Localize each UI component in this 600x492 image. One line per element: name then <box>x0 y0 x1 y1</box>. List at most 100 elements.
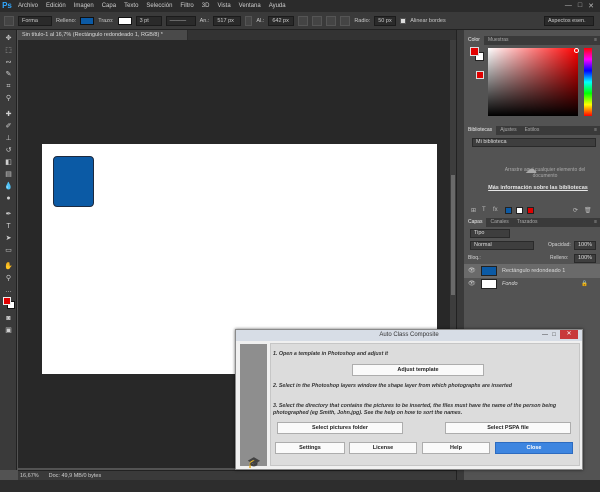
color-picker-cursor[interactable] <box>574 48 579 53</box>
visibility-eye-icon[interactable]: 👁 <box>468 277 476 291</box>
screen-mode-icon[interactable]: ▣ <box>4 326 13 335</box>
foreground-color-swatch[interactable] <box>3 297 11 305</box>
menu-capa[interactable]: Capa <box>98 0 120 12</box>
add-stroke-color-swatch[interactable] <box>516 207 523 214</box>
settings-gear-icon[interactable] <box>340 15 351 26</box>
align-edges-checkbox[interactable] <box>400 17 407 24</box>
blur-tool-icon[interactable]: 💧 <box>4 182 13 191</box>
close-window-icon[interactable]: ✕ <box>588 2 594 10</box>
help-button[interactable]: Help <box>422 442 490 454</box>
menu-vista[interactable]: Vista <box>213 0 234 12</box>
color-picker-field[interactable] <box>488 48 578 116</box>
blend-mode-select[interactable]: Normal <box>470 241 534 250</box>
vertical-scrollbar-thumb[interactable] <box>451 175 455 295</box>
menu-texto[interactable]: Texto <box>120 0 142 12</box>
type-tool-icon[interactable]: T <box>4 222 13 231</box>
trash-icon[interactable]: 🗑 <box>584 207 592 214</box>
rectangle-tool-icon[interactable]: ▭ <box>4 246 13 255</box>
menu-seleccion[interactable]: Selección <box>142 0 176 12</box>
add-foreground-color-swatch[interactable] <box>527 207 534 214</box>
width-input[interactable]: 517 px <box>213 15 242 26</box>
stroke-width-input[interactable]: 3 pt <box>135 15 162 26</box>
panel-foreground-swatch[interactable] <box>470 47 479 56</box>
menu-edicion[interactable]: Edición <box>42 0 70 12</box>
tab-paths[interactable]: Trazados <box>513 218 542 227</box>
sync-icon[interactable]: ⟳ <box>573 207 578 214</box>
opacity-input[interactable]: 100% <box>574 241 596 250</box>
out-of-gamut-swatch[interactable] <box>476 71 484 79</box>
visibility-eye-icon[interactable]: 👁 <box>468 264 476 278</box>
minimize-dialog-icon[interactable]: — <box>541 331 549 339</box>
workspace-select[interactable]: Aspectos esen. <box>544 15 594 26</box>
fill-opacity-input[interactable]: 100% <box>574 254 596 263</box>
menu-imagen[interactable]: Imagen <box>70 0 98 12</box>
path-selection-tool-icon[interactable]: ➤ <box>4 234 13 243</box>
zoom-level[interactable]: 16,67% <box>20 473 39 479</box>
add-text-style-icon[interactable]: T <box>482 207 486 213</box>
minimize-window-icon[interactable]: — <box>565 2 572 10</box>
clone-stamp-tool-icon[interactable]: ⊥ <box>4 134 13 143</box>
fill-color-swatch[interactable] <box>80 16 95 25</box>
gradient-tool-icon[interactable]: ▤ <box>4 170 13 179</box>
adjust-template-button[interactable]: Adjust template <box>352 364 484 376</box>
shape-mode-select[interactable]: Forma <box>18 15 52 26</box>
height-input[interactable]: 642 px <box>268 15 295 26</box>
tab-color[interactable]: Color <box>464 36 484 45</box>
hand-tool-icon[interactable]: ✋ <box>4 262 13 271</box>
menu-archivo[interactable]: Archivo <box>14 0 42 12</box>
add-graphic-icon[interactable]: ⊞ <box>471 207 476 214</box>
stroke-type-select[interactable]: ――― <box>165 15 196 26</box>
add-fill-color-swatch[interactable] <box>505 207 512 214</box>
document-tab[interactable]: Sin título-1 al 16,7% (Rectángulo redond… <box>18 30 188 40</box>
layer-row[interactable]: 👁 Rectángulo redondeado 1 <box>464 264 600 278</box>
pen-tool-icon[interactable]: ✒ <box>4 210 13 219</box>
tab-libraries[interactable]: Bibliotecas <box>464 126 497 135</box>
crop-tool-icon[interactable]: ⌗ <box>4 82 13 91</box>
quick-select-tool-icon[interactable]: ✎ <box>4 70 13 79</box>
tab-channels[interactable]: Canales <box>486 218 512 227</box>
more-tools-icon[interactable]: … <box>4 286 13 295</box>
select-pictures-folder-button[interactable]: Select pictures folder <box>277 422 403 434</box>
lasso-tool-icon[interactable]: ∾ <box>4 58 13 67</box>
layer-filter-kind-select[interactable]: Tipo <box>470 229 510 238</box>
hue-slider[interactable] <box>584 48 592 116</box>
library-select[interactable]: Mi biblioteca <box>472 138 596 147</box>
panel-menu-icon[interactable]: ≡ <box>594 36 600 45</box>
menu-3d[interactable]: 3D <box>198 0 214 12</box>
libraries-more-info-link[interactable]: Más información sobre las bibliotecas <box>478 185 598 191</box>
layer-row[interactable]: 👁 Fondo 🔒 <box>464 277 600 291</box>
select-pspa-file-button[interactable]: Select PSPA file <box>445 422 571 434</box>
path-alignment-icon[interactable] <box>312 15 323 26</box>
move-tool-icon[interactable]: ✥ <box>4 34 13 43</box>
rounded-rectangle-shape[interactable] <box>53 156 94 207</box>
tab-swatches[interactable]: Muestras <box>484 36 513 45</box>
eyedropper-tool-icon[interactable]: ⚲ <box>4 94 13 103</box>
tab-styles[interactable]: Estilos <box>521 126 544 135</box>
dodge-tool-icon[interactable]: ● <box>4 194 13 203</box>
stroke-color-swatch[interactable] <box>117 16 132 25</box>
marquee-tool-icon[interactable]: ⬚ <box>4 46 13 55</box>
close-dialog-icon[interactable]: ✕ <box>560 330 578 339</box>
healing-brush-tool-icon[interactable]: ✚ <box>4 110 13 119</box>
quick-mask-icon[interactable]: ◙ <box>4 314 13 323</box>
settings-button[interactable]: Settings <box>275 442 345 454</box>
tab-adjustments[interactable]: Ajustes <box>496 126 520 135</box>
license-button[interactable]: License <box>349 442 417 454</box>
maximize-window-icon[interactable]: □ <box>578 2 582 10</box>
eraser-tool-icon[interactable]: ◧ <box>4 158 13 167</box>
panel-menu-icon[interactable]: ≡ <box>594 126 600 135</box>
menu-ayuda[interactable]: Ayuda <box>265 0 290 12</box>
link-icon[interactable] <box>245 15 253 26</box>
panel-menu-icon[interactable]: ≡ <box>594 218 600 227</box>
tool-preset-icon[interactable] <box>4 15 14 26</box>
maximize-dialog-icon[interactable]: □ <box>550 331 558 339</box>
add-layer-style-icon[interactable]: fx <box>493 207 498 213</box>
tab-layers[interactable]: Capas <box>464 218 487 227</box>
menu-ventana[interactable]: Ventana <box>235 0 265 12</box>
path-operations-icon[interactable] <box>298 15 309 26</box>
radius-input[interactable]: 50 px <box>374 15 397 26</box>
close-button[interactable]: Close <box>495 442 573 454</box>
zoom-tool-icon[interactable]: ⚲ <box>4 274 13 283</box>
menu-filtro[interactable]: Filtro <box>176 0 197 12</box>
history-brush-tool-icon[interactable]: ↺ <box>4 146 13 155</box>
